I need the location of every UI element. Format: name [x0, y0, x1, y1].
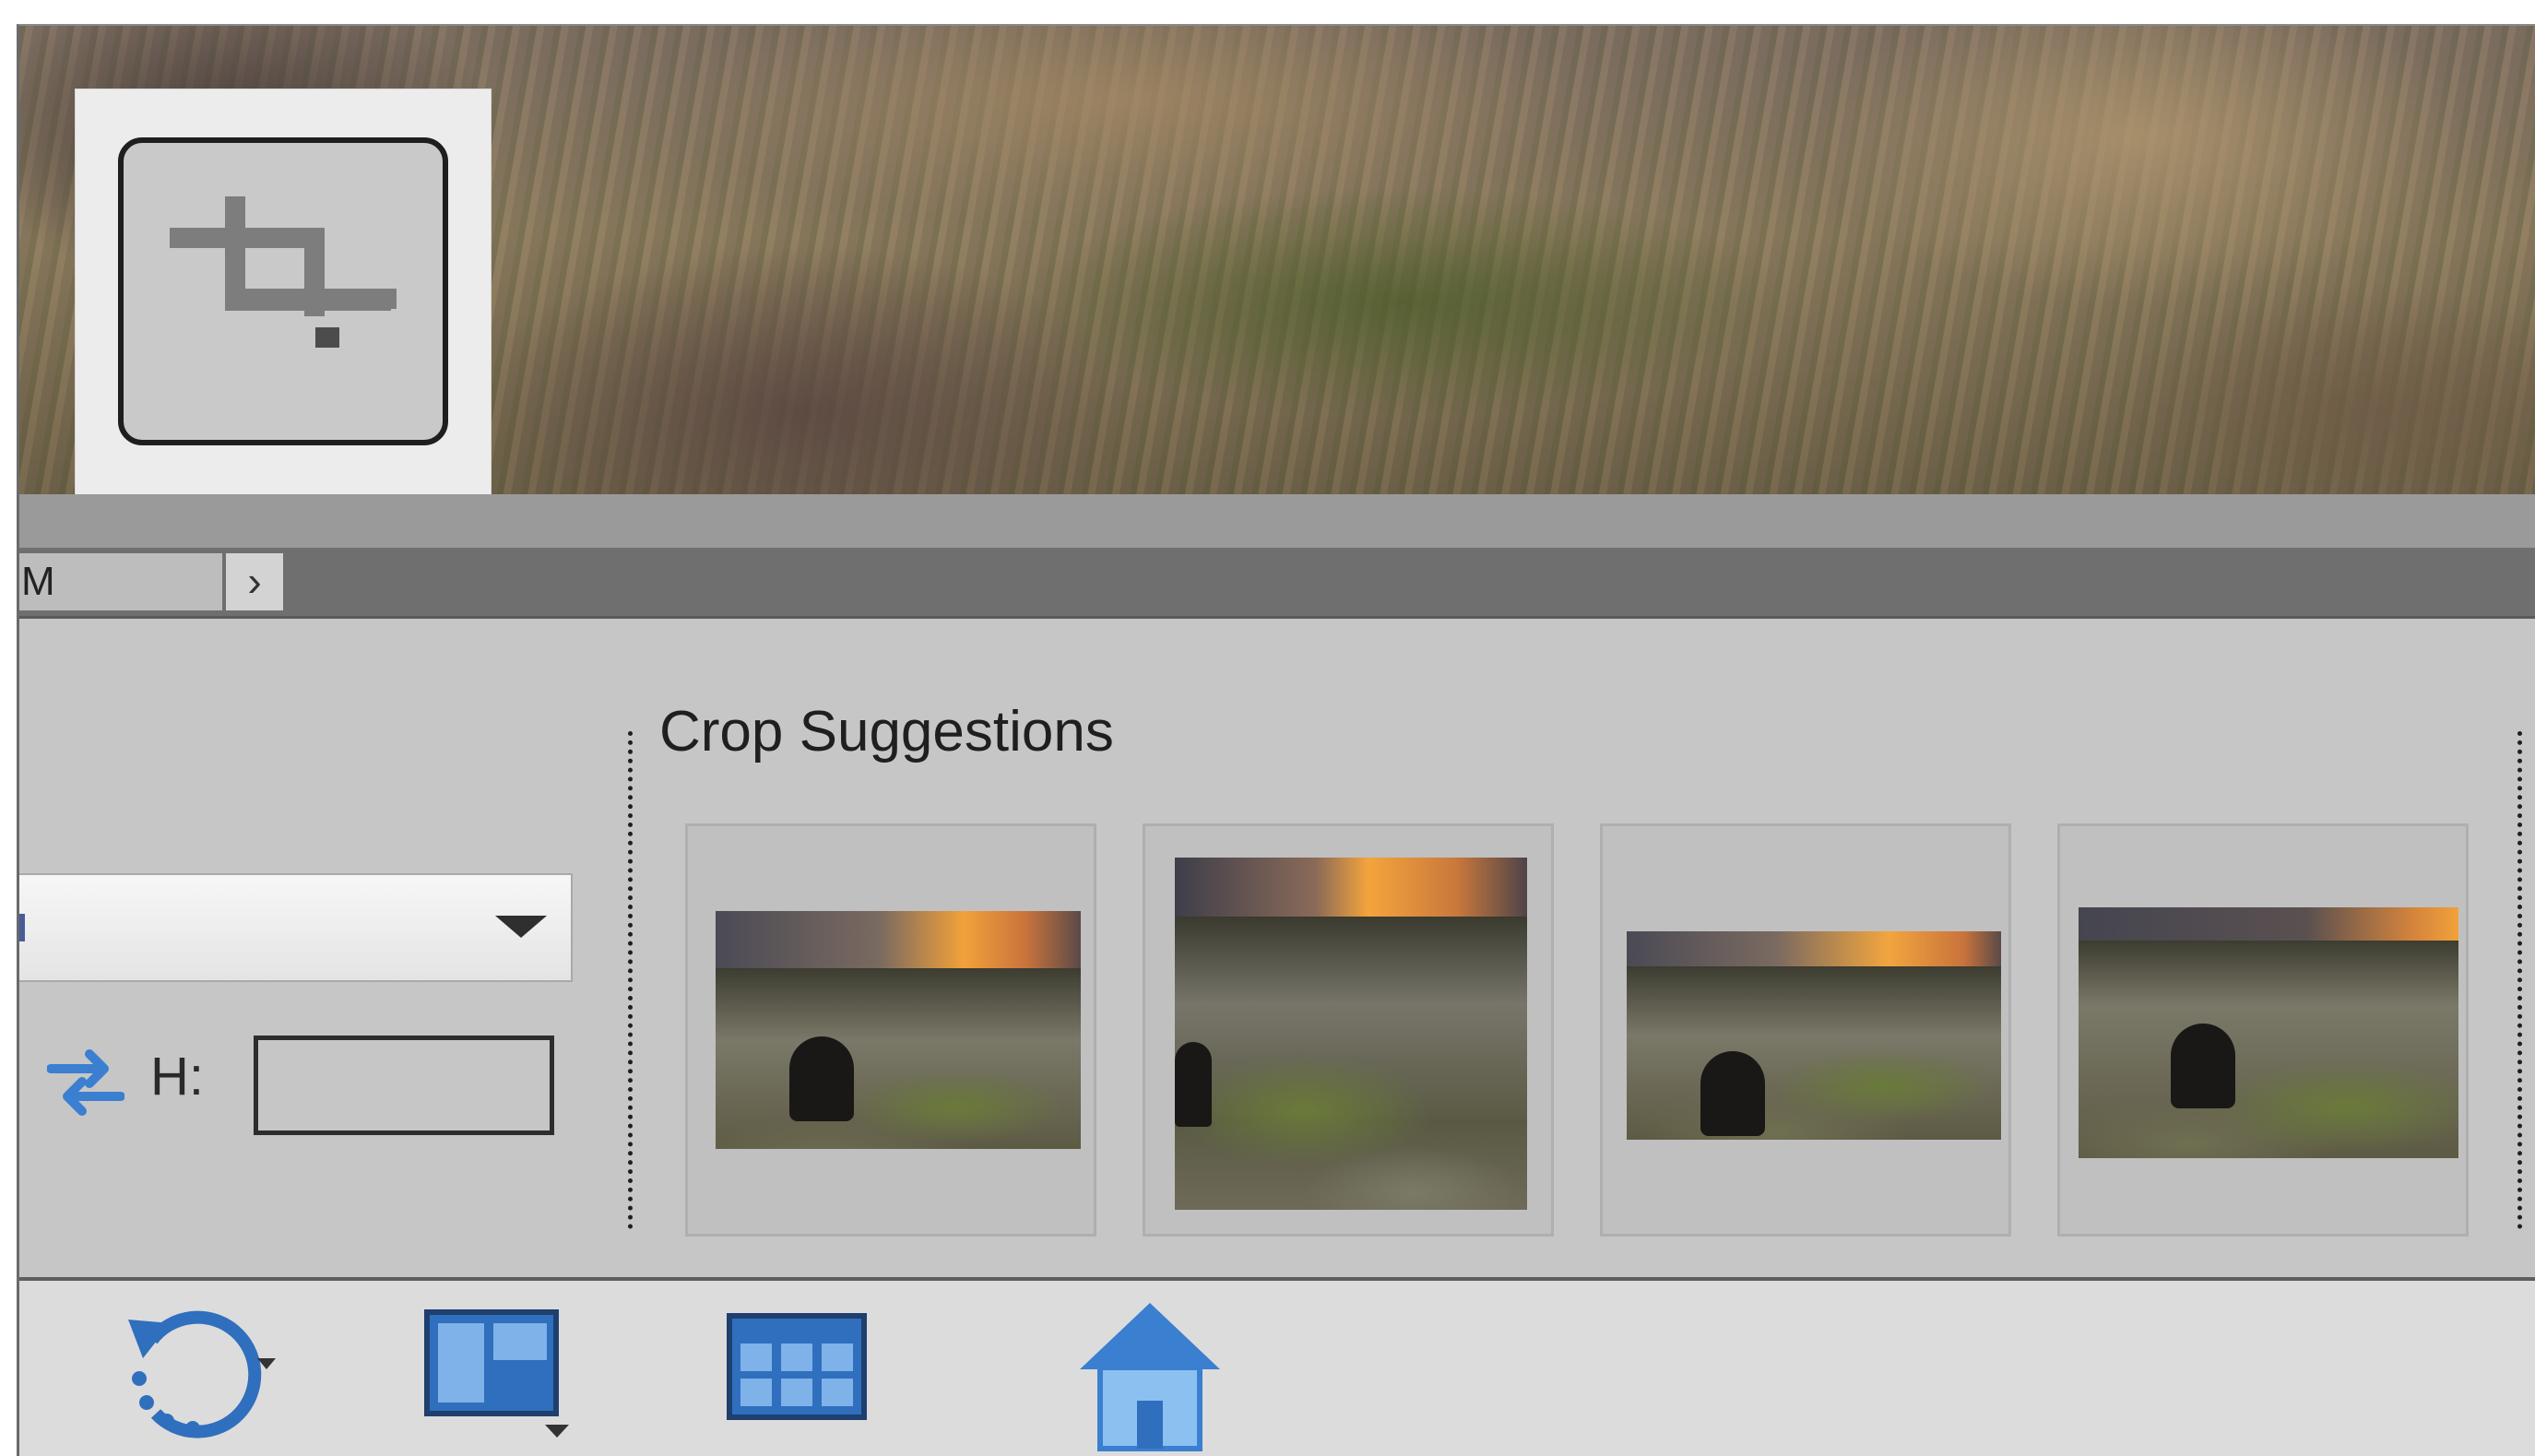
swap-arrows-icon[interactable] — [47, 1045, 124, 1119]
taskbar — [19, 1277, 2535, 1456]
crop-suggestion-2[interactable] — [1143, 823, 1554, 1237]
crop-tool-button[interactable] — [118, 137, 448, 445]
layout-icon[interactable] — [423, 1308, 589, 1447]
crop-preset-dropdown[interactable] — [19, 873, 573, 982]
tool-options-panel: H: Crop Suggestions — [19, 619, 2535, 1277]
height-label: H: — [150, 1047, 204, 1107]
suggestion-thumbnail — [2079, 907, 2458, 1158]
dog-figure — [1175, 1042, 1212, 1127]
dog-figure — [2171, 1024, 2235, 1108]
crop-suggestion-4[interactable] — [2057, 823, 2469, 1237]
rotate-icon[interactable] — [119, 1303, 276, 1450]
dropdown-edge — [19, 914, 25, 941]
canvas-divider — [19, 494, 2535, 548]
height-input[interactable] — [254, 1036, 554, 1135]
crop-icon — [170, 196, 397, 348]
section-divider-left — [628, 731, 633, 1229]
next-arrow-button[interactable]: › — [226, 553, 283, 610]
crop-tool-panel — [75, 89, 492, 496]
crop-suggestion-1[interactable] — [685, 823, 1096, 1237]
suggestion-thumbnail — [1627, 931, 2001, 1140]
dog-figure — [789, 1036, 854, 1121]
crop-suggestion-3[interactable] — [1600, 823, 2011, 1237]
chevron-down-icon — [495, 916, 547, 938]
editor-window: M › H: Crop Suggestions — [17, 24, 2535, 1456]
dog-figure — [1700, 1051, 1765, 1136]
bin-selector[interactable]: M — [19, 553, 222, 610]
suggestion-thumbnail — [716, 911, 1081, 1149]
suggestion-thumbnail — [1175, 858, 1527, 1210]
photo-bin-bar: M › — [19, 548, 2535, 619]
organizer-grid-icon[interactable] — [726, 1312, 868, 1423]
section-divider-right — [2517, 731, 2522, 1229]
crop-suggestions-title: Crop Suggestions — [659, 700, 1114, 764]
home-icon[interactable] — [1076, 1299, 1224, 1456]
